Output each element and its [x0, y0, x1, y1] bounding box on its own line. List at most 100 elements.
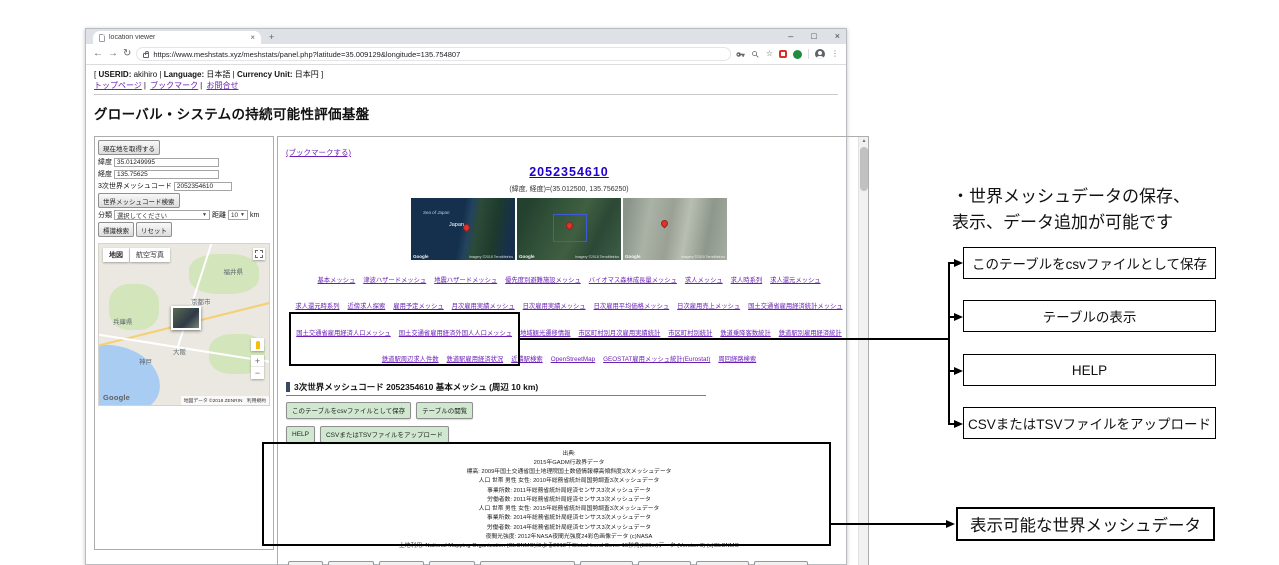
zoom-out-button[interactable]: − — [251, 367, 264, 379]
mesh-link[interactable]: 日次雇用平均価格メッシュ — [594, 303, 670, 310]
section-header: 3次世界メッシュコード 2052354610 基本メッシュ (周辺 10 km) — [286, 381, 706, 396]
note-line: ・世界メッシュデータの保存、 — [952, 184, 1190, 210]
longitude-label: 経度 — [98, 169, 112, 179]
window-controls: – □ × — [788, 29, 840, 43]
map-tab-map[interactable]: 地図 — [103, 248, 129, 262]
nav-link-bookmark[interactable]: ブックマーク — [150, 81, 198, 90]
map-image-japan[interactable]: Sea of Japan Japan Google Imagery ©2018 … — [411, 198, 515, 260]
mesh-link[interactable]: 市区町村別統計 — [668, 330, 712, 337]
userid-label: USERID: — [98, 70, 131, 79]
map-image-region[interactable]: Google Imagery ©2018 TerraMetrics — [517, 198, 621, 260]
nav-link-top-page[interactable]: トップページ — [94, 81, 142, 90]
distance-select[interactable]: 10 ▼ — [228, 210, 248, 220]
get-location-button[interactable]: 現在地を取得する — [98, 140, 160, 155]
mesh-link[interactable]: 求人還元時系列 — [295, 303, 339, 310]
mesh-link[interactable]: 雇用予定メッシュ — [393, 303, 443, 310]
map-thumbnails-row: Sea of Japan Japan Google Imagery ©2018 … — [286, 198, 852, 260]
extension-green-icon[interactable] — [793, 50, 802, 59]
reload-button[interactable]: ↻ — [123, 49, 131, 59]
latitude-input[interactable] — [114, 158, 219, 167]
bookmark-star-icon[interactable]: ☆ — [766, 50, 773, 58]
mesh-link[interactable]: OpenStreetMap — [551, 356, 595, 363]
mesh-data-button[interactable]: 最小傾斜角 (度) — [580, 561, 633, 565]
help-button[interactable]: HELP — [286, 426, 315, 443]
mesh-code-link[interactable]: 2052354610 — [529, 165, 609, 179]
latitude-label: 緯度 — [98, 157, 112, 167]
landmark-search-button[interactable]: 標識検索 — [98, 222, 134, 237]
zoom-icon[interactable] — [751, 50, 760, 59]
mesh-link[interactable]: 求人メッシュ — [685, 277, 723, 284]
bracket: ] — [321, 70, 323, 79]
mesh-data-button[interactable]: 平均傾斜角 (度) — [638, 561, 691, 565]
new-tab-button[interactable]: + — [269, 32, 274, 42]
mesh-link[interactable]: GEOSTAT雇用メッシュ統計(Eurostat) — [603, 356, 710, 363]
sidebar-map[interactable]: 福井県 京都市 兵庫県 大阪 神戸 地図 航空写真 + — [98, 243, 270, 406]
mesh-data-button[interactable]: 最大傾斜角 (度) — [696, 561, 749, 565]
extension-red-icon[interactable] — [779, 50, 787, 58]
page-title: グローバル・システムの持続可能性評価基盤 — [94, 103, 838, 123]
distance-unit: km — [250, 212, 259, 219]
nav-link-contact[interactable]: お問合せ — [206, 81, 238, 90]
category-select[interactable]: 選択してください ▼ — [114, 210, 210, 220]
pegman-icon[interactable] — [251, 338, 264, 351]
mesh-link[interactable]: 求人時系列 — [731, 277, 762, 284]
address-bar: ← → ↻ https://www.meshstats.xyz/meshstat… — [86, 44, 846, 65]
mesh-link[interactable]: 津波ハザードメッシュ — [363, 277, 426, 284]
forward-button[interactable]: → — [108, 49, 118, 59]
tab-bar: location viewer × + – □ × — [86, 29, 846, 44]
mesh-link[interactable]: 周回経路検索 — [718, 356, 756, 363]
url-field[interactable]: https://www.meshstats.xyz/meshstats/pane… — [136, 47, 730, 61]
back-button[interactable]: ← — [93, 49, 103, 59]
map-terms-link[interactable]: 利用規約 — [247, 399, 266, 404]
mesh-link[interactable]: 国土交通省雇用経済統計メッシュ — [748, 303, 842, 310]
browser-tab[interactable]: location viewer × — [93, 31, 261, 44]
mesh-data-button[interactable]: 2010年人口 (人) — [754, 561, 808, 565]
mesh-data-button[interactable]: 平均標高 (m) — [379, 561, 425, 565]
map-image-city[interactable]: Google Imagery ©2018 TerraMetrics — [623, 198, 727, 260]
upload-file-button[interactable]: CSVまたはTSVファイルをアップロード — [320, 426, 449, 443]
maximize-button[interactable]: □ — [811, 32, 816, 41]
mesh-link[interactable]: 日次雇用売上メッシュ — [677, 303, 740, 310]
scroll-up-icon[interactable]: ▲ — [859, 137, 869, 146]
key-icon[interactable] — [736, 50, 745, 59]
coords-caption: (緯度, 経度)=(35.012500, 135.756250) — [286, 184, 852, 194]
save-csv-button[interactable]: このテーブルをcsvファイルとして保存 — [286, 402, 411, 419]
zoom-in-button[interactable]: + — [251, 355, 264, 367]
mesh-link[interactable]: 鉄道乗降客数統計 — [720, 330, 770, 337]
fullscreen-icon[interactable] — [253, 248, 265, 260]
content-scrollbar[interactable]: ▲ ▼ — [858, 137, 868, 565]
scrollbar-thumb[interactable] — [860, 147, 868, 191]
mesh-search-button[interactable]: 世界メッシュコード検索 — [98, 193, 180, 208]
mesh-link[interactable]: 日次雇用実績メッシュ — [523, 303, 586, 310]
mesh-data-button[interactable]: 行政区画 — [288, 561, 323, 565]
mesh-link[interactable]: 求人還元メッシュ — [770, 277, 820, 284]
mesh-link[interactable]: 地震ハザードメッシュ — [434, 277, 497, 284]
mesh-data-button[interactable]: 最高標高 (m) — [429, 561, 475, 565]
map-type-tabs: 地図 航空写真 — [103, 248, 170, 262]
mesh-link[interactable]: 市区町村別月次雇用実績統計 — [578, 330, 660, 337]
annotation-box-upload: CSVまたはTSVファイルをアップロード — [963, 407, 1216, 439]
mesh-link[interactable]: バイオマス森林成長量メッシュ — [589, 277, 677, 284]
menu-dots-icon[interactable]: ⋮ — [831, 50, 839, 58]
map-tab-satellite[interactable]: 航空写真 — [130, 248, 170, 262]
mesh-photo-thumbnail[interactable] — [171, 306, 201, 330]
mesh-data-button[interactable]: 最低標高 (m) — [328, 561, 374, 565]
profile-avatar-icon[interactable] — [815, 49, 825, 59]
meshcode-input[interactable] — [174, 182, 232, 191]
bookmark-this-link[interactable]: (ブックマークする) — [286, 148, 351, 157]
padlock-icon — [143, 53, 149, 58]
mesh-link[interactable]: 近傍求人探索 — [348, 303, 386, 310]
mesh-link[interactable]: 基本メッシュ — [317, 277, 355, 284]
mesh-link[interactable]: 鉄道駅別雇用経済統計 — [779, 330, 842, 337]
close-button[interactable]: × — [835, 32, 840, 41]
mesh-link[interactable]: 地域観光遷移情報 — [520, 330, 570, 337]
distance-label: 距離 — [212, 210, 226, 220]
mesh-data-button[interactable]: 最高標高と最低標高との差 (m) — [480, 561, 575, 565]
view-table-button[interactable]: テーブルの閲覧 — [416, 402, 473, 419]
longitude-input[interactable] — [114, 170, 219, 179]
reset-button[interactable]: リセット — [136, 222, 172, 237]
mesh-link[interactable]: 月次雇用実績メッシュ — [452, 303, 515, 310]
minimize-button[interactable]: – — [788, 32, 793, 41]
mesh-link[interactable]: 優先度別避難施設メッシュ — [505, 277, 581, 284]
tab-close-icon[interactable]: × — [250, 34, 255, 42]
